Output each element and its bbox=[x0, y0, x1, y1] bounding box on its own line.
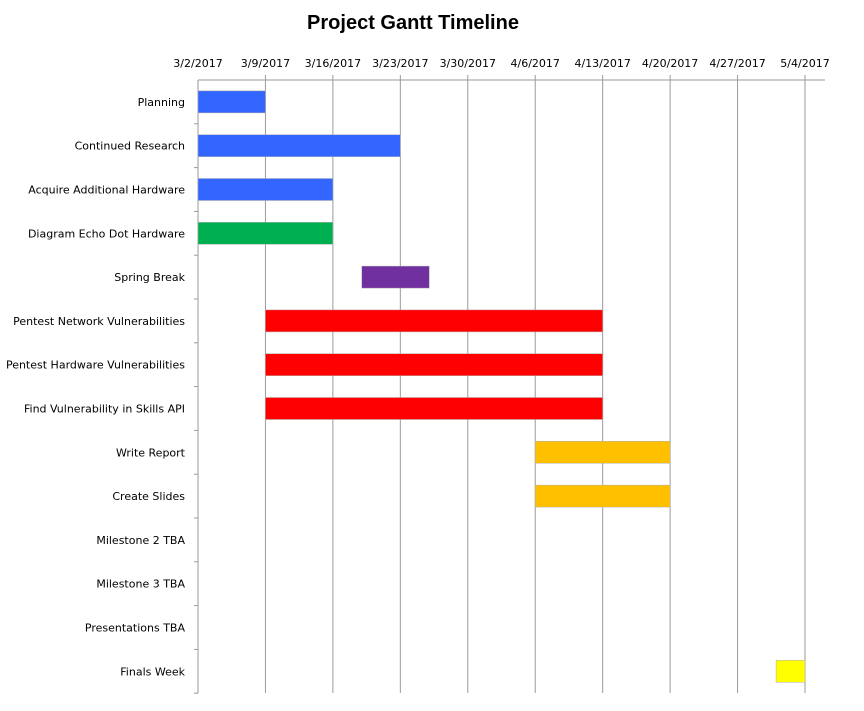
task-label: Find Vulnerability in Skills API bbox=[24, 403, 185, 416]
task-label: Write Report bbox=[116, 446, 186, 459]
task-bar bbox=[265, 397, 603, 420]
task-label: Pentest Network Vulnerabilities bbox=[13, 315, 185, 328]
x-tick-label: 3/30/2017 bbox=[440, 57, 496, 70]
task-bar bbox=[265, 309, 603, 333]
task-label: Continued Research bbox=[75, 140, 185, 153]
task-label: Acquire Additional Hardware bbox=[28, 184, 185, 197]
task-bar bbox=[534, 441, 671, 464]
x-tick-label: 3/9/2017 bbox=[241, 57, 290, 70]
task-label: Diagram Echo Dot Hardware bbox=[28, 227, 185, 240]
x-tick-label: 3/23/2017 bbox=[372, 57, 428, 70]
task-label: Spring Break bbox=[114, 271, 185, 284]
x-tick-label: 4/20/2017 bbox=[642, 57, 698, 70]
x-tick-label: 3/2/2017 bbox=[173, 57, 222, 70]
task-bar bbox=[197, 134, 401, 157]
task-label: Milestone 2 TBA bbox=[96, 534, 185, 547]
x-tick-label: 4/6/2017 bbox=[511, 57, 560, 70]
grid-layer bbox=[194, 75, 825, 694]
task-bar bbox=[197, 222, 334, 245]
x-tick-label: 3/16/2017 bbox=[305, 57, 361, 70]
task-bar bbox=[775, 660, 806, 683]
task-label: Finals Week bbox=[120, 665, 185, 678]
x-tick-label: 4/27/2017 bbox=[709, 57, 765, 70]
task-labels: Planning Continued Research Acquire Additi… bbox=[6, 96, 186, 678]
task-label: Milestone 3 TBA bbox=[96, 578, 185, 591]
task-bars bbox=[197, 90, 806, 683]
task-bar bbox=[197, 90, 266, 114]
x-tick-label: 5/4/2017 bbox=[780, 57, 829, 70]
task-bar bbox=[361, 265, 430, 289]
task-bar bbox=[197, 178, 334, 201]
task-label: Presentations TBA bbox=[85, 622, 186, 635]
task-bar bbox=[534, 484, 671, 508]
chart-title: Project Gantt Timeline bbox=[307, 12, 519, 34]
task-label: Create Slides bbox=[112, 490, 185, 503]
task-bar bbox=[265, 353, 603, 376]
x-tick-label: 4/13/2017 bbox=[574, 57, 630, 70]
gantt-chart: Project Gantt Timeline 3/2/2017 3/9/2017 3… bbox=[6, 12, 830, 694]
x-axis-ticks: 3/2/2017 3/9/2017 3/16/2017 3/23/2017 3/30/2… bbox=[173, 57, 829, 70]
task-label: Pentest Hardware Vulnerabilities bbox=[6, 359, 185, 372]
task-label: Planning bbox=[138, 96, 185, 109]
